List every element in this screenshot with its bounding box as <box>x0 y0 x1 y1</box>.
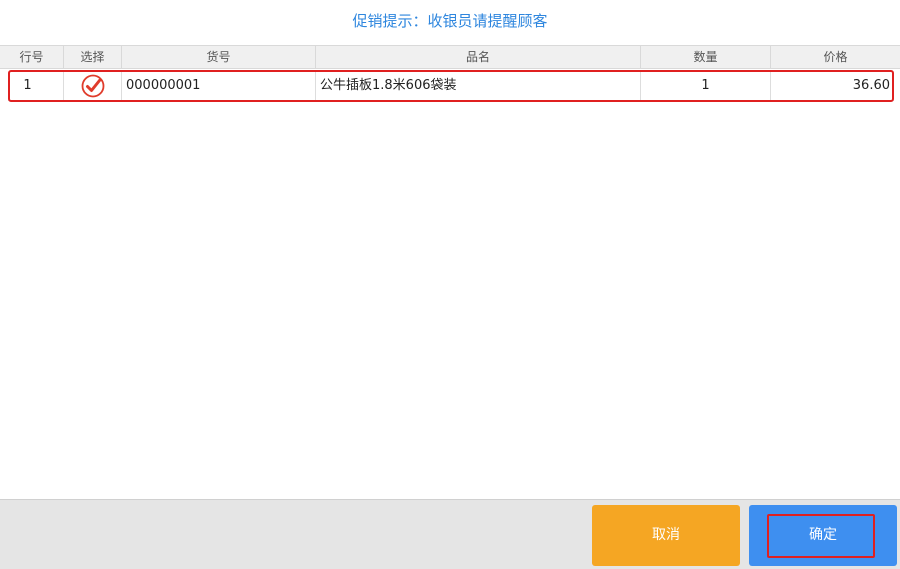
promo-dialog: 促销提示：收银员请提醒顾客 行号 选择 货号 品名 数量 价格 1 000000… <box>0 0 900 569</box>
column-header-item-code: 货号 <box>122 46 316 68</box>
cell-quantity: 1 <box>641 72 771 100</box>
cell-item-code: 000000001 <box>122 72 316 100</box>
cell-line-no: 1 <box>8 72 64 100</box>
ok-button[interactable]: 确定 <box>749 505 897 566</box>
column-header-quantity: 数量 <box>641 46 771 68</box>
table-header: 行号 选择 货号 品名 数量 价格 <box>0 45 900 69</box>
dialog-title: 促销提示：收银员请提醒顾客 <box>352 12 548 30</box>
cell-select[interactable] <box>64 72 122 100</box>
dialog-footer: 取消 确定 <box>0 499 900 569</box>
table-row[interactable]: 1 000000001 公牛插板1.8米606袋装 1 36.60 <box>8 72 894 101</box>
column-header-select: 选择 <box>64 46 122 68</box>
cancel-button[interactable]: 取消 <box>592 505 740 566</box>
cell-price: 36.60 <box>852 78 890 93</box>
column-header-name: 品名 <box>316 46 641 68</box>
cell-name: 公牛插板1.8米606袋装 <box>316 72 641 100</box>
checkmark-circle-icon[interactable] <box>81 74 105 98</box>
column-header-line-no: 行号 <box>0 46 64 68</box>
column-header-price: 价格 <box>823 50 848 64</box>
